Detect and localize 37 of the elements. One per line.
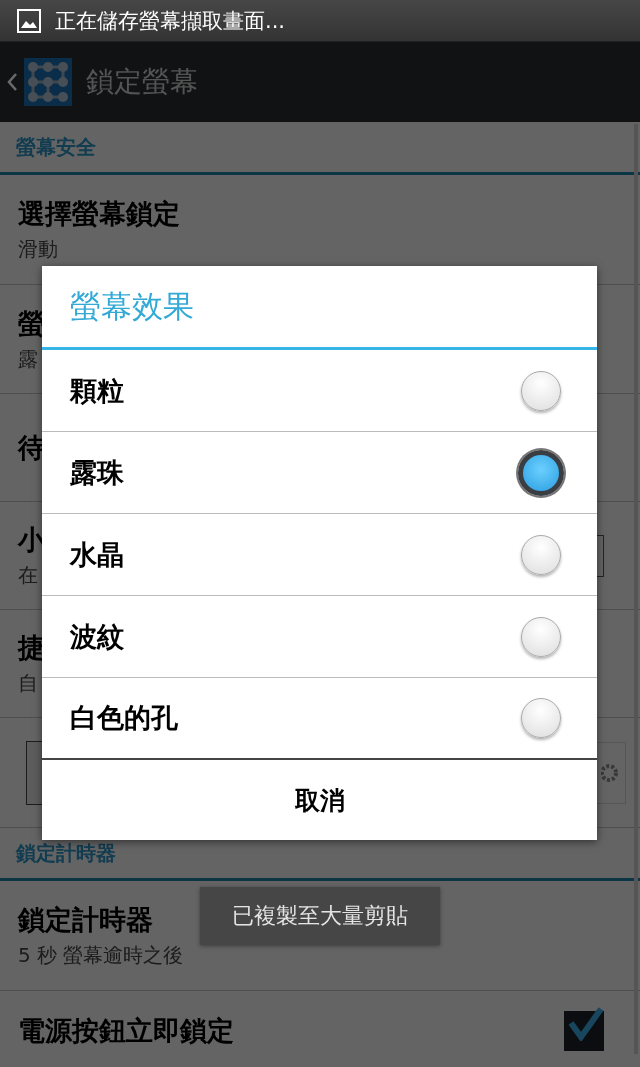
option-row[interactable]: 顆粒 — [42, 350, 597, 432]
radio-button[interactable] — [521, 616, 561, 657]
option-label: 顆粒 — [70, 373, 124, 408]
notification-text: 正在儲存螢幕擷取畫面... — [55, 7, 286, 35]
image-icon — [17, 8, 41, 33]
toast: 已複製至大量剪貼 — [200, 887, 440, 945]
setting-title[interactable]: 選擇螢幕鎖定 — [18, 196, 180, 232]
dialog-title: 螢幕效果 — [70, 286, 194, 326]
setting-summary: 5 秒 螢幕逾時之後 — [18, 942, 184, 969]
cancel-button[interactable]: 取消 — [42, 760, 597, 840]
radio-button[interactable] — [521, 370, 561, 411]
radio-button[interactable] — [521, 698, 561, 738]
option-label: 露珠 — [70, 455, 124, 490]
setting-summary: 自 — [18, 670, 39, 697]
setting-title[interactable]: 捷 — [18, 630, 45, 666]
section-header: 鎖定計時器 — [16, 839, 116, 867]
option-label: 水晶 — [70, 537, 124, 572]
grid-pattern-icon[interactable] — [24, 58, 72, 106]
checkbox[interactable] — [564, 1010, 604, 1051]
section-header: 螢幕安全 — [16, 133, 96, 161]
control-edge[interactable] — [597, 534, 604, 577]
setting-summary: 在 — [18, 562, 39, 589]
option-row[interactable]: 露珠 — [42, 432, 597, 514]
screen-title: 鎖定螢幕 — [86, 64, 198, 100]
option-label: 波紋 — [70, 619, 124, 654]
option-row[interactable]: 水晶 — [42, 514, 597, 596]
setting-title[interactable]: 鎖定計時器 — [18, 902, 184, 938]
setting-title[interactable]: 待 — [18, 429, 45, 466]
checkmark-icon — [568, 1006, 604, 1041]
radio-button[interactable] — [518, 449, 564, 496]
setting-summary: 露 — [18, 345, 39, 373]
setting-summary: 滑動 — [18, 236, 59, 263]
radio-button[interactable] — [521, 534, 561, 575]
option-label: 白色的孔 — [70, 701, 178, 735]
option-row[interactable]: 波紋 — [42, 596, 597, 678]
setting-title[interactable]: 電源按鈕立即鎖定 — [18, 1012, 234, 1049]
setting-title[interactable]: 螢 — [18, 305, 45, 342]
